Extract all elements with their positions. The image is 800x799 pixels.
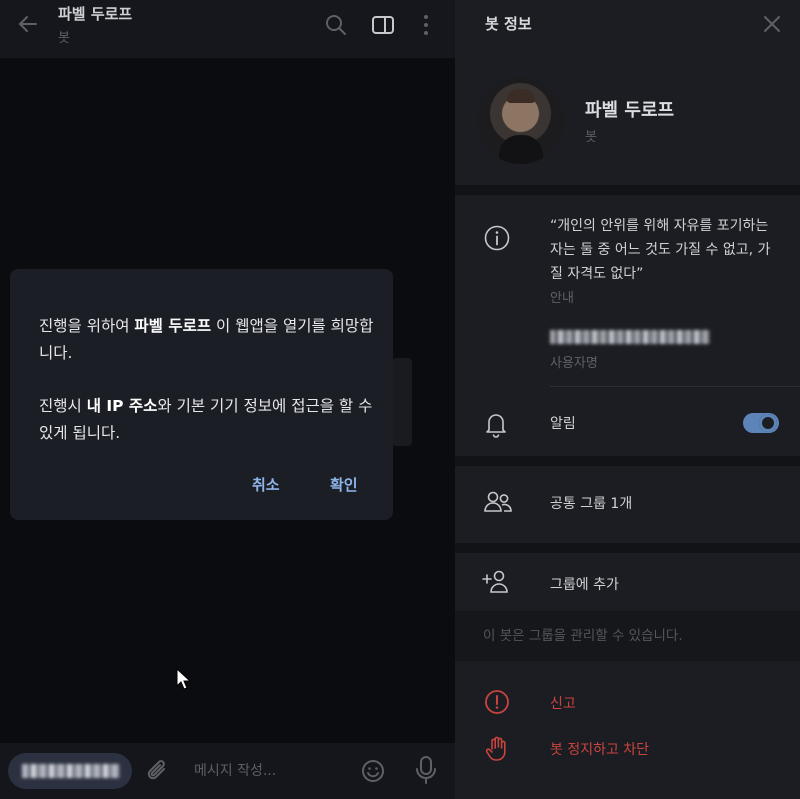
report-icon (485, 690, 509, 714)
users-icon (484, 491, 512, 512)
username-label: 사용자명 (550, 356, 598, 371)
bot-name: 파벨 두로프 (134, 317, 212, 335)
redacted-name (22, 764, 120, 778)
panel-title: 봇 정보 (485, 15, 532, 33)
more-menu-icon[interactable] (413, 12, 439, 38)
cancel-button[interactable]: 취소 (252, 474, 280, 495)
add-to-group-item[interactable]: 그룹에 추가 (550, 574, 619, 594)
bot-description-label: 안내 (550, 291, 574, 306)
mouse-pointer-icon (176, 667, 192, 690)
message-input[interactable] (192, 757, 356, 785)
close-icon[interactable] (760, 12, 784, 36)
profile-subtitle: 봇 (585, 130, 597, 145)
block-bot-item[interactable]: 봇 정지하고 차단 (550, 739, 649, 759)
redacted-username[interactable] (550, 330, 710, 344)
dialog-message-2: 진행시 내 IP 주소와 기본 기기 정보에 접근을 할 수 있게 됩니다. (39, 397, 373, 442)
hand-stop-icon (485, 736, 506, 761)
section-separator (455, 185, 800, 195)
microphone-icon[interactable] (413, 755, 439, 785)
bot-description: “개인의 안위를 위해 자유를 포기하는 자는 둘 중 어느 것도 가질 수 없… (550, 218, 771, 282)
chat-title[interactable]: 파벨 두로프 (58, 3, 132, 24)
confirm-button[interactable]: 확인 (330, 474, 358, 495)
bell-icon (486, 414, 506, 438)
dialog-message-1: 진행을 위하여 파벨 두로프 이 웹앱을 열기를 희망합니다. (39, 317, 374, 362)
back-arrow-icon[interactable] (14, 10, 42, 38)
chat-subtitle: 봇 (58, 31, 70, 46)
ip-address-emphasis: 내 IP 주소 (86, 397, 158, 415)
bot-info-panel: 봇 정보 파벨 두로프 봇 “개인의 안위를 위해 자유를 포기하는 자는 둘 … (455, 0, 800, 799)
common-groups-item[interactable]: 공통 그룹 1개 (550, 493, 632, 513)
info-icon (484, 225, 510, 251)
sidebar-toggle-icon[interactable] (370, 12, 396, 38)
message-bubble (392, 358, 412, 446)
notifications-label: 알림 (550, 416, 576, 432)
message-composer (0, 743, 455, 799)
avatar[interactable] (477, 77, 564, 164)
emoji-icon[interactable] (360, 758, 386, 784)
chat-area: 파벨 두로프 봇 진행을 (0, 0, 455, 799)
send-as-button[interactable] (8, 753, 132, 789)
paperclip-icon[interactable] (145, 758, 171, 784)
notifications-toggle[interactable] (743, 413, 779, 433)
section-separator (455, 456, 800, 466)
profile-name: 파벨 두로프 (585, 100, 675, 121)
add-user-icon (482, 570, 508, 593)
webapp-permission-dialog: 진행을 위하여 파벨 두로프 이 웹앱을 열기를 희망합니다. 진행시 내 IP… (10, 269, 393, 520)
chat-header: 파벨 두로프 봇 (0, 0, 455, 58)
divider (550, 386, 800, 387)
section-separator (455, 543, 800, 553)
report-item[interactable]: 신고 (550, 693, 576, 713)
group-admin-hint: 이 봇은 그룹을 관리할 수 있습니다. (483, 628, 683, 644)
search-icon[interactable] (323, 12, 349, 38)
